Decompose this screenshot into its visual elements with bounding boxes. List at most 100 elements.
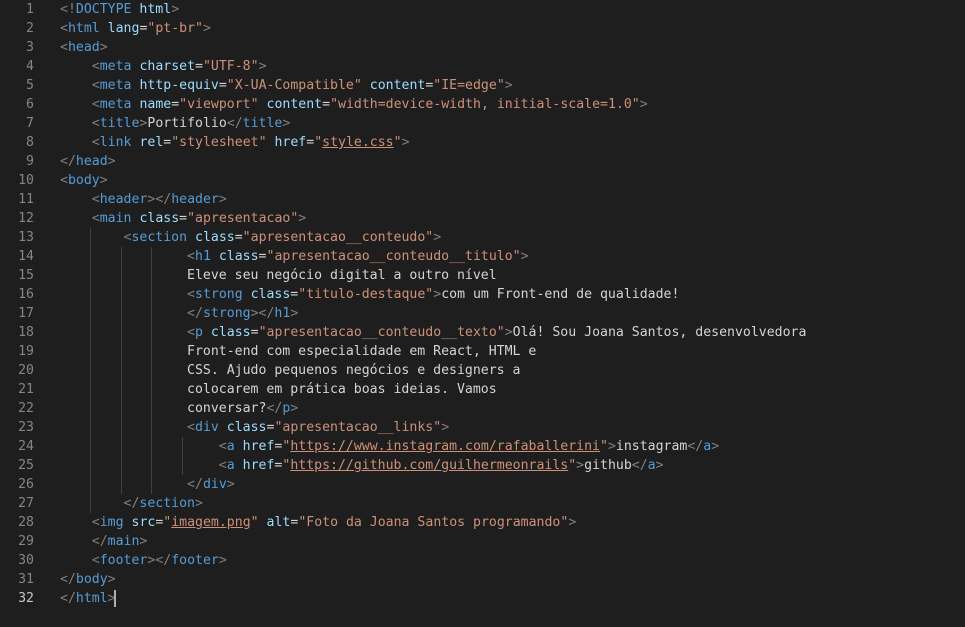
line-number: 25 [18,458,34,473]
indent-guide [151,342,153,361]
line-number: 12 [18,211,34,226]
code-text[interactable]: <header></header> [60,190,227,209]
code-text[interactable]: <div class="apresentacao__links"> [60,418,449,437]
code-text[interactable]: Front-end com especialidade em React, HT… [60,342,536,361]
indent-guide [90,266,92,285]
code-line[interactable]: 23 <div class="apresentacao__links"> [0,418,965,437]
code-line[interactable]: 6 <meta name="viewport" content="width=d… [0,95,965,114]
line-number: 21 [18,382,34,397]
indent-guide [90,418,92,437]
indent-guide [151,247,153,266]
code-text[interactable]: <strong class="titulo-destaque">com um F… [60,285,679,304]
indent-guide [120,285,122,304]
line-number: 31 [18,572,34,587]
code-line[interactable]: 28 <img src="imagem.png" alt="Foto da Jo… [0,513,965,532]
code-text[interactable]: colocarem em prática boas ideias. Vamos [60,380,497,399]
code-text[interactable]: <link rel="stylesheet" href="style.css"> [60,133,410,152]
code-text[interactable]: <main class="apresentacao"> [60,209,306,228]
indent-guide [181,456,183,475]
code-line[interactable]: 2 <html lang="pt-br"> [0,19,965,38]
code-line[interactable]: 13 <section class="apresentacao__conteud… [0,228,965,247]
code-line[interactable]: 8 <link rel="stylesheet" href="style.css… [0,133,965,152]
indent-guide [120,361,122,380]
indent-guide [120,437,122,456]
code-text[interactable]: <meta charset="UTF-8"> [60,57,267,76]
indent-guide [120,475,122,494]
code-text[interactable]: <section class="apresentacao__conteudo"> [60,228,442,247]
indent-guide [90,247,92,266]
code-line[interactable]: 24 <a href="https://www.instagram.com/ra… [0,437,965,456]
code-line[interactable]: 10 <body> [0,171,965,190]
code-text[interactable]: <a href="https://www.instagram.com/rafab… [60,437,719,456]
indent-guide [90,342,92,361]
code-text[interactable]: <body> [60,171,108,190]
code-line[interactable]: 1 <!DOCTYPE html> [0,0,965,19]
code-text[interactable]: <p class="apresentacao__conteudo__texto"… [60,323,806,342]
code-line[interactable]: 22 conversar?</p> [0,399,965,418]
code-text[interactable]: <head> [60,38,108,57]
line-number: 26 [18,477,34,492]
line-number: 5 [26,78,34,93]
code-line[interactable]: 32 </html> [0,589,965,608]
code-text[interactable]: <meta name="viewport" content="width=dev… [60,95,648,114]
code-text[interactable]: </strong></h1> [60,304,298,323]
indent-guide [90,361,92,380]
code-text[interactable]: Eleve seu negócio digital a outro nível [60,266,497,285]
line-number: 7 [26,116,34,131]
code-text[interactable]: </head> [60,152,116,171]
code-line[interactable]: 11 <header></header> [0,190,965,209]
indent-guide [151,437,153,456]
line-number: 29 [18,534,34,549]
line-number: 1 [26,2,34,17]
code-line[interactable]: 16 <strong class="titulo-destaque">com u… [0,285,965,304]
indent-guide [120,342,122,361]
code-line[interactable]: 20 CSS. Ajudo pequenos negócios e design… [0,361,965,380]
code-line[interactable]: 21 colocarem em prática boas ideias. Vam… [0,380,965,399]
code-line[interactable]: 30 <footer></footer> [0,551,965,570]
line-number: 19 [18,344,34,359]
code-text[interactable]: <footer></footer> [60,551,227,570]
code-line[interactable]: 12 <main class="apresentacao"> [0,209,965,228]
code-text[interactable]: <img src="imagem.png" alt="Foto da Joana… [60,513,577,532]
line-number: 11 [18,192,34,207]
code-line[interactable]: 25 <a href="https://github.com/guilherme… [0,456,965,475]
code-line[interactable]: 18 <p class="apresentacao__conteudo__tex… [0,323,965,342]
code-text[interactable]: </main> [60,532,148,551]
code-line[interactable]: 29 </main> [0,532,965,551]
code-line[interactable]: 31 </body> [0,570,965,589]
line-number: 18 [18,325,34,340]
line-number: 2 [26,21,34,36]
code-text[interactable]: conversar?</p> [60,399,298,418]
code-line[interactable]: 9 </head> [0,152,965,171]
indent-guide [90,323,92,342]
code-text[interactable]: <h1 class="apresentacao__conteudo__titul… [60,247,529,266]
code-line[interactable]: 3 <head> [0,38,965,57]
code-text[interactable]: </div> [60,475,235,494]
line-number: 15 [18,268,34,283]
line-number: 17 [18,306,34,321]
code-line[interactable]: 15 Eleve seu negócio digital a outro nív… [0,266,965,285]
code-text[interactable]: <html lang="pt-br"> [60,19,211,38]
indent-guide [90,304,92,323]
code-line[interactable]: 4 <meta charset="UTF-8"> [0,57,965,76]
code-text[interactable]: CSS. Ajudo pequenos negócios e designers… [60,361,520,380]
code-line[interactable]: 5 <meta http-equiv="X-UA-Compatible" con… [0,76,965,95]
code-line[interactable]: 14 <h1 class="apresentacao__conteudo__ti… [0,247,965,266]
code-text[interactable]: <meta http-equiv="X-UA-Compatible" conte… [60,76,513,95]
code-line[interactable]: 7 <title>Portifolio</title> [0,114,965,133]
code-text[interactable]: </html> [60,589,116,608]
code-line[interactable]: 26 </div> [0,475,965,494]
code-text[interactable]: </section> [60,494,203,513]
line-number: 16 [18,287,34,302]
text-cursor [114,590,117,607]
code-text[interactable]: <title>Portifolio</title> [60,114,291,133]
code-line[interactable]: 19 Front-end com especialidade em React,… [0,342,965,361]
code-text[interactable]: </body> [60,570,116,589]
code-editor[interactable]: 1 <!DOCTYPE html> 2 <html lang="pt-br"> 3 <he… [0,0,965,627]
line-number: 28 [18,515,34,530]
indent-guide [151,456,153,475]
code-line[interactable]: 27 </section> [0,494,965,513]
code-line[interactable]: 17 </strong></h1> [0,304,965,323]
line-number: 9 [26,154,34,169]
code-text[interactable]: <!DOCTYPE html> [60,0,179,19]
